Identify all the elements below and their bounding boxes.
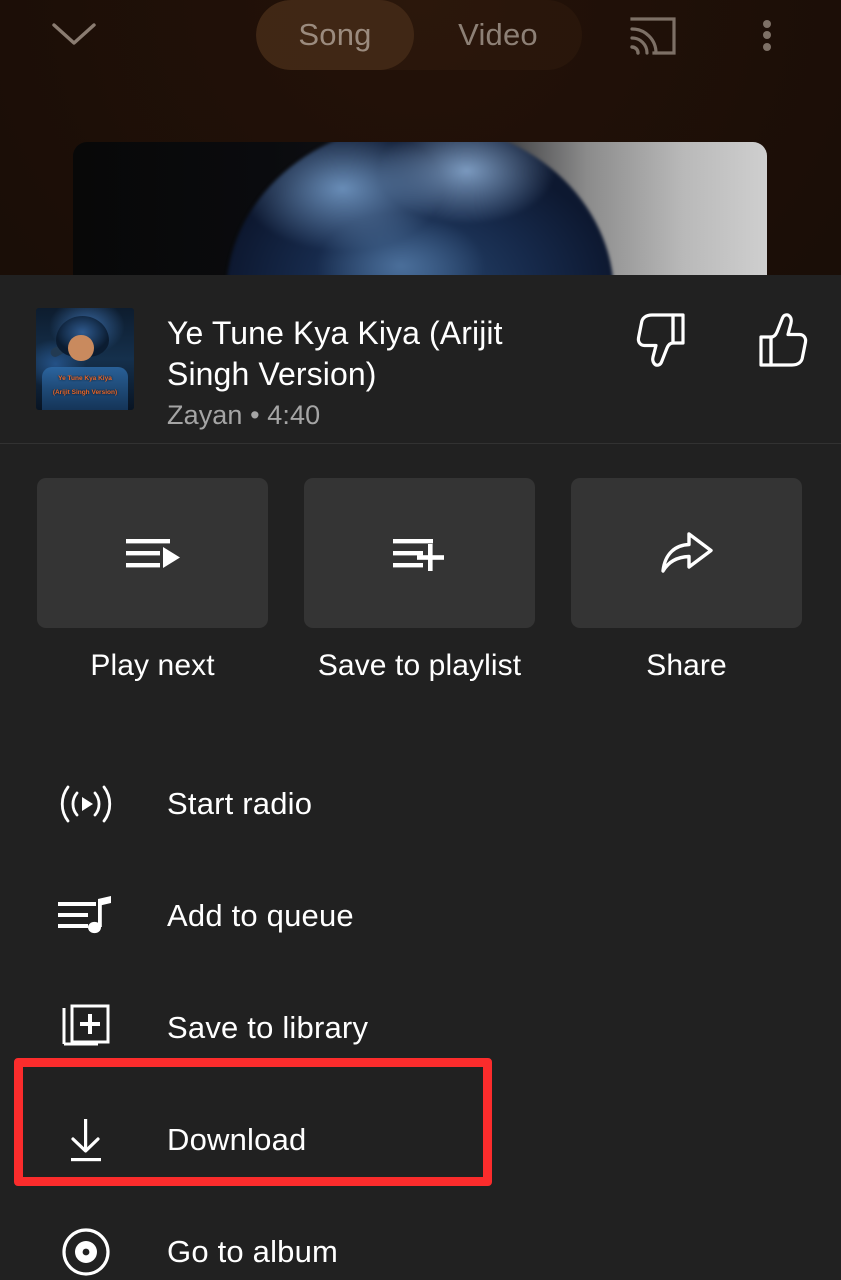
thumbs-up-icon bbox=[759, 313, 808, 367]
header-divider bbox=[0, 443, 841, 444]
playlist-play-icon bbox=[125, 539, 180, 568]
thumbs-down-icon bbox=[636, 313, 685, 367]
quick-actions-row: Play next Save to playlist Share bbox=[0, 478, 841, 683]
menu-item-start-radio-label: Start radio bbox=[167, 786, 313, 821]
download-icon-wrap bbox=[52, 1114, 120, 1166]
rating-buttons bbox=[631, 307, 813, 373]
options-list: Start radio Add to queue Save to library… bbox=[0, 748, 841, 1280]
download-icon bbox=[71, 1119, 101, 1162]
overflow-menu-button[interactable] bbox=[740, 6, 794, 64]
menu-item-go-to-album[interactable]: Go to album bbox=[0, 1196, 841, 1280]
chevron-down-icon bbox=[52, 23, 96, 45]
save-to-playlist-label: Save to playlist bbox=[317, 649, 522, 682]
share-label: Share bbox=[646, 649, 727, 682]
share-arrow-icon bbox=[660, 532, 713, 573]
song-options-sheet: Ye Tune Kya Kiya (Arijit Singh Version) … bbox=[0, 275, 841, 1280]
app-screen: Song Video Ye Tune Kya Kiya (Arijit Sing… bbox=[0, 0, 841, 1280]
play-next-label: Play next bbox=[90, 649, 215, 682]
playlist-add-icon bbox=[392, 539, 444, 571]
menu-item-go-to-album-label: Go to album bbox=[167, 1234, 339, 1269]
queue-music-icon-wrap bbox=[52, 892, 120, 940]
player-top-bar: Song Video bbox=[0, 0, 841, 72]
share-card[interactable] bbox=[571, 478, 802, 628]
cast-button[interactable] bbox=[624, 8, 682, 62]
quick-action-save-to-playlist[interactable]: Save to playlist bbox=[304, 478, 535, 683]
menu-item-start-radio[interactable]: Start radio bbox=[0, 748, 841, 860]
album-disc-icon-wrap bbox=[52, 1224, 120, 1280]
more-vertical-icon bbox=[763, 16, 771, 54]
radio-broadcast-icon bbox=[60, 785, 112, 823]
save-to-playlist-card[interactable] bbox=[304, 478, 535, 628]
queue-music-icon bbox=[58, 896, 111, 934]
menu-item-save-to-library-label: Save to library bbox=[167, 1010, 369, 1045]
menu-item-download[interactable]: Download bbox=[0, 1084, 841, 1196]
song-video-toggle[interactable]: Song Video bbox=[256, 0, 582, 70]
menu-item-save-to-library[interactable]: Save to library bbox=[0, 972, 841, 1084]
menu-item-add-to-queue[interactable]: Add to queue bbox=[0, 860, 841, 972]
play-next-card[interactable] bbox=[37, 478, 268, 628]
album-art-thumbnail: Ye Tune Kya Kiya (Arijit Singh Version) bbox=[36, 308, 134, 410]
menu-item-add-to-queue-label: Add to queue bbox=[167, 898, 354, 933]
album-art-line1: Ye Tune Kya Kiya bbox=[58, 375, 112, 383]
song-header: Ye Tune Kya Kiya (Arijit Singh Version) … bbox=[0, 275, 841, 444]
radio-broadcast-icon-wrap bbox=[52, 780, 120, 828]
quick-action-play-next[interactable]: Play next bbox=[37, 478, 268, 683]
tab-song[interactable]: Song bbox=[256, 0, 414, 70]
tab-video-label: Video bbox=[458, 17, 538, 52]
collapse-player-button[interactable] bbox=[45, 8, 103, 60]
tab-video[interactable]: Video bbox=[414, 0, 582, 70]
album-disc-icon bbox=[62, 1228, 110, 1276]
like-button[interactable] bbox=[753, 307, 813, 373]
quick-action-share[interactable]: Share bbox=[571, 478, 802, 683]
song-subtitle: Zayan • 4:40 bbox=[167, 400, 321, 430]
tab-song-label: Song bbox=[298, 17, 372, 52]
cast-icon bbox=[630, 17, 676, 55]
song-title: Ye Tune Kya Kiya (Arijit Singh Version) bbox=[167, 315, 503, 392]
library-add-icon-wrap bbox=[52, 1002, 120, 1054]
library-add-icon bbox=[62, 1004, 110, 1046]
album-art-line2: (Arijit Singh Version) bbox=[52, 388, 118, 396]
menu-item-download-label: Download bbox=[167, 1122, 307, 1157]
song-text-block: Ye Tune Kya Kiya (Arijit Singh Version) … bbox=[167, 313, 587, 431]
dislike-button[interactable] bbox=[631, 307, 691, 373]
